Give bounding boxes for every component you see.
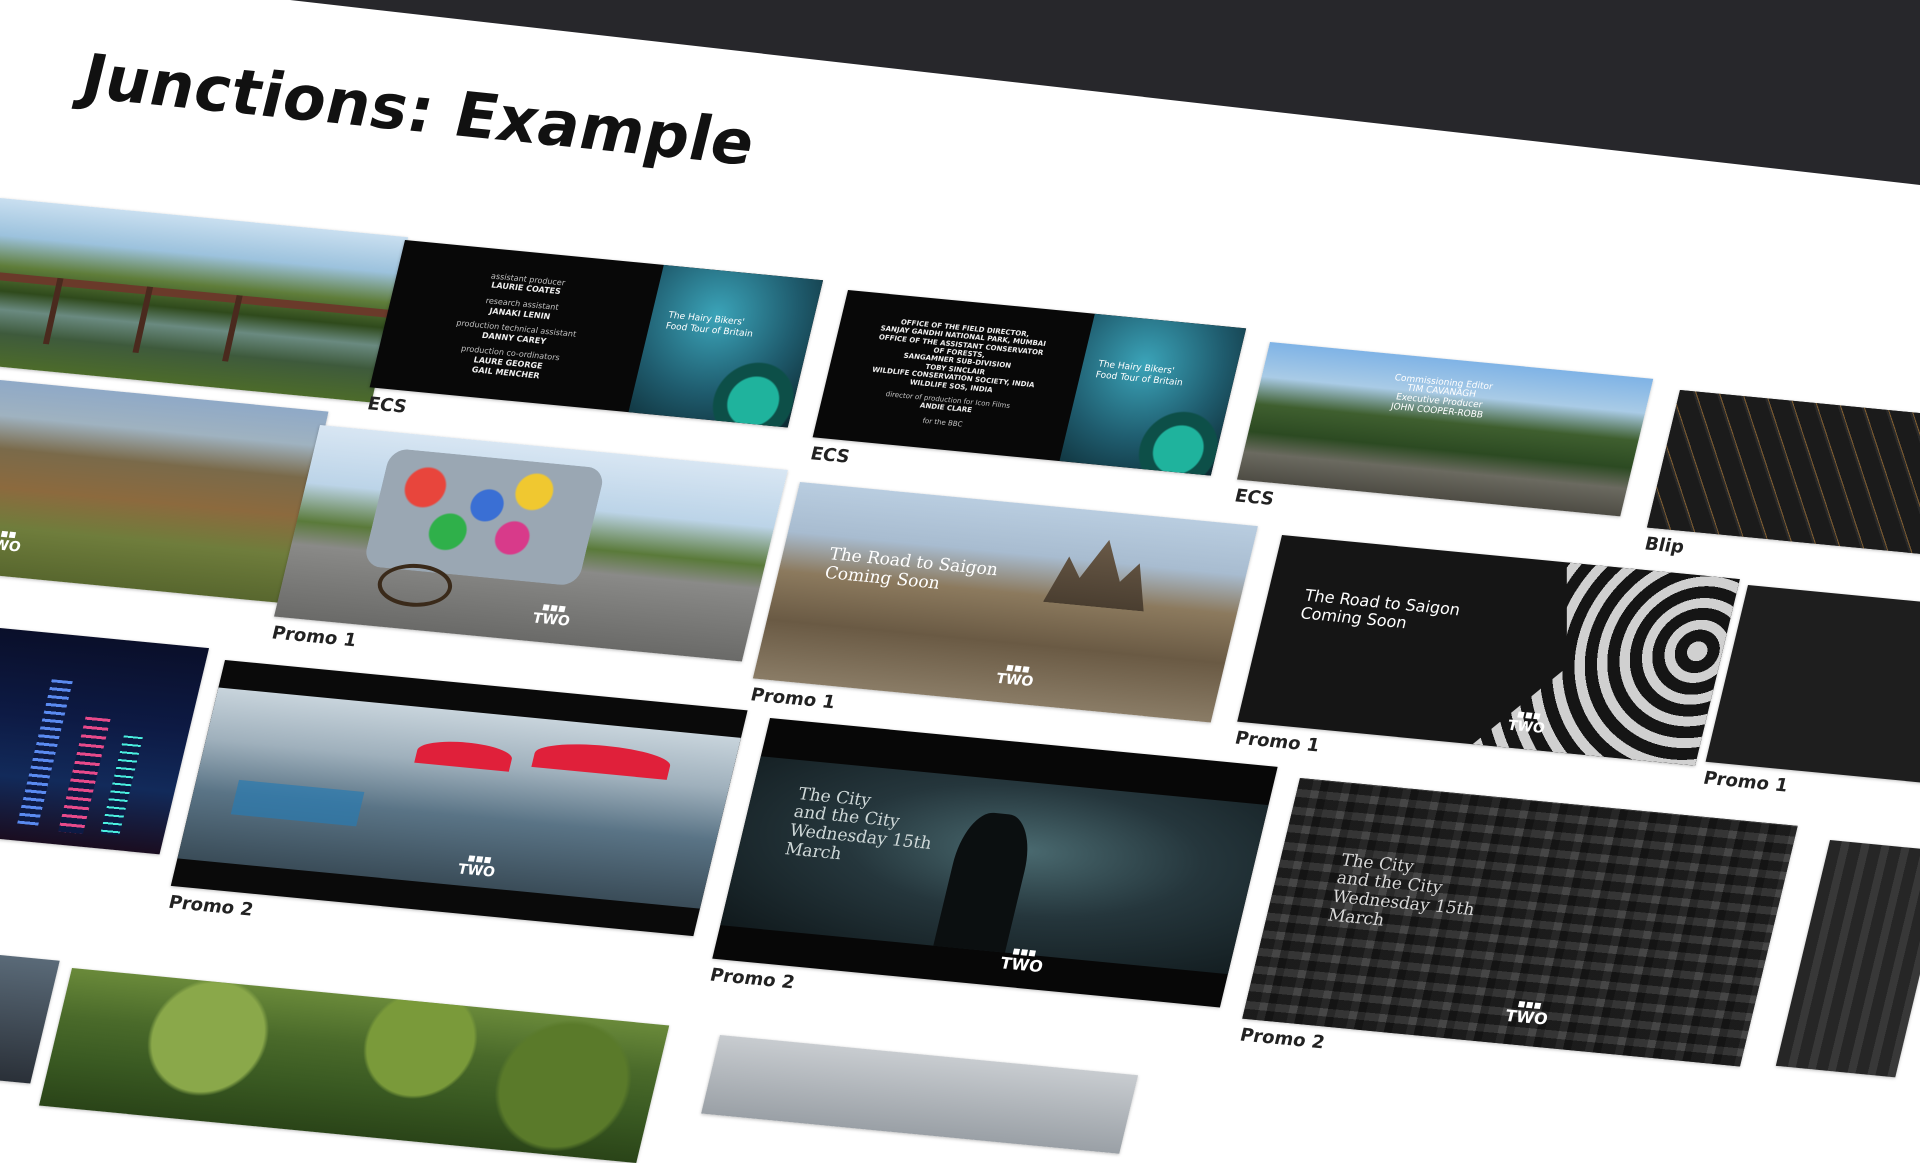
tile-caption: Promo 2 [166, 891, 256, 921]
thumbnail-promo1-dark[interactable]: Promo 1 [1701, 585, 1920, 797]
thumbnail-promo2-city-blocks[interactable]: The City and the City Wednesday 15th Mar… [1238, 778, 1798, 1067]
ecs-credit-overlay: Commissioning Editor TIM CAVANAGH Execut… [1389, 372, 1494, 421]
thumbnail-partial-right[interactable] [1775, 840, 1920, 1078]
ecs-promo-text: The Hairy Bikers' Food Tour of Britain [664, 310, 754, 340]
tile-caption: Promo 1 [269, 622, 359, 652]
tile-caption: ECS [365, 393, 409, 418]
thumbnail-ecs-temple-view[interactable]: Commissioning Editor TIM CAVANAGH Execut… [1233, 342, 1654, 517]
thumbnail-forest-bottom[interactable] [38, 968, 670, 1163]
thumbnail-promo2-city-tunnel[interactable]: The City and the City Wednesday 15th Mar… [708, 718, 1278, 1008]
bbc-two-logo: TWO [998, 948, 1047, 976]
thumbnail-promo1-road-to-saigon[interactable]: The Road to Saigon Coming Soon TWO Promo… [748, 482, 1258, 723]
end-credits-list: OFFICE OF THE FIELD DIRECTOR, SANJAY GAN… [813, 290, 1095, 461]
thumbnail-bridge-landscape[interactable] [0, 198, 409, 403]
page-title: Junctions: Example [74, 40, 764, 180]
thumbnail-ecs-credits-a[interactable]: assistant producer LAURIE COATES research… [365, 240, 824, 428]
thumbnail-night-city[interactable] [0, 628, 210, 855]
tile-caption: Promo 1 [1232, 727, 1322, 757]
tile-caption: Promo 2 [707, 964, 797, 994]
promo-title-overlay: The Road to Saigon Coming Soon [822, 544, 1001, 594]
end-credits-list: assistant producer LAURIE COATES research… [370, 240, 665, 412]
bbc-two-logo: TWO [1506, 711, 1548, 737]
bbc-two-logo: TWO [994, 664, 1037, 690]
tile-caption: ECS [1232, 485, 1277, 510]
bbc-two-logo: TWO [531, 604, 573, 630]
thumbnail-partial-bottom-center[interactable] [701, 1035, 1139, 1154]
promo-title-overlay: The City and the City Wednesday 15th Mar… [1325, 850, 1477, 931]
ecs-promo-panel: The Hairy Bikers' Food Tour of Britain [628, 264, 824, 428]
junctions-gallery: Junctions: Example assistant producer LAU… [0, 0, 1920, 1163]
tile-caption: ECS [808, 443, 852, 468]
thumbnail-promo2-street[interactable]: TWO Promo 2 [166, 660, 748, 937]
ecs-promo-text: The Hairy Bikers' Food Tour of Britain [1094, 359, 1184, 389]
thumbnail-hill-landscape[interactable]: TWO [0, 380, 329, 604]
bbc-two-logo: TWO [1503, 1000, 1552, 1029]
promo-title-overlay: The City and the City Wednesday 15th Mar… [782, 783, 934, 865]
thumbnail-ecs-credits-b[interactable]: OFFICE OF THE FIELD DIRECTOR, SANJAY GAN… [808, 290, 1247, 476]
bbc-two-logo: TWO [456, 855, 498, 881]
thumbnail-promo1-saigon-stripes[interactable]: The Road to Saigon Coming Soon TWO Promo… [1233, 535, 1740, 766]
tile-caption: Promo 2 [1237, 1024, 1327, 1054]
tile-caption: Promo 1 [1701, 767, 1791, 797]
promo-title-overlay: The Road to Saigon Coming Soon [1298, 586, 1463, 633]
tile-caption: Blip [1642, 533, 1687, 558]
thumbnail-promo1-truck[interactable]: TWO Promo 1 [270, 425, 788, 662]
thumbnail-blip[interactable]: Blip [1643, 390, 1920, 558]
tile-caption: Promo 1 [748, 684, 838, 714]
bbc-two-logo: TWO [0, 529, 24, 555]
